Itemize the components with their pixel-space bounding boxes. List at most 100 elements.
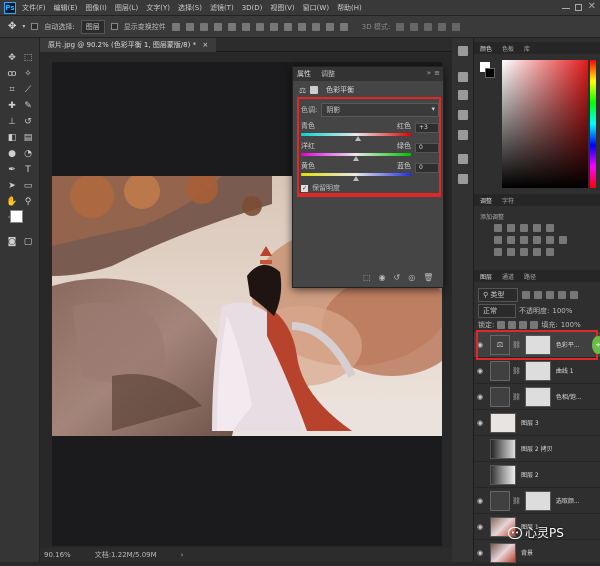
type-tool-icon[interactable]: T	[22, 164, 34, 176]
layer-name[interactable]: 图层 2 拷贝	[521, 444, 553, 453]
black-white-icon[interactable]	[520, 236, 528, 244]
visibility-eye-icon[interactable]: ◉	[474, 523, 486, 531]
blur-tool-icon[interactable]: ●	[6, 148, 18, 160]
lock-image-icon[interactable]	[508, 321, 517, 329]
hue-slider[interactable]	[590, 60, 596, 188]
roll-3d-icon[interactable]	[410, 22, 419, 31]
tone-dropdown[interactable]: 阴影 ▾	[321, 103, 439, 117]
tab-swatches[interactable]: 色板	[502, 44, 514, 53]
filter-smart-icon[interactable]	[570, 291, 578, 299]
auto-align-icon[interactable]	[339, 22, 348, 31]
posterize-icon[interactable]	[507, 248, 515, 256]
filter-adjustment-icon[interactable]	[534, 291, 542, 299]
auto-select-checkbox[interactable]	[31, 23, 39, 30]
layer-name[interactable]: 曲线 1	[556, 366, 574, 375]
healing-brush-tool-icon[interactable]: ✚	[6, 100, 18, 112]
tab-adjustments[interactable]: 调整	[321, 69, 335, 79]
tab-color[interactable]: 颜色	[480, 44, 492, 53]
screen-mode-icon[interactable]: ▢	[22, 236, 34, 248]
cyan-red-value-input[interactable]: +3	[415, 123, 439, 133]
color-lookup-icon[interactable]	[559, 236, 567, 244]
pan-3d-icon[interactable]	[424, 22, 433, 31]
distribute-left-icon[interactable]	[297, 22, 306, 31]
adjustments-panel-icon[interactable]	[458, 90, 468, 100]
minimize-icon[interactable]	[562, 8, 570, 9]
yellow-blue-value-input[interactable]: 0	[415, 163, 439, 173]
tab-libraries[interactable]: 库	[524, 44, 530, 53]
history-brush-tool-icon[interactable]: ↺	[22, 116, 34, 128]
layer-name[interactable]: 选取颜...	[556, 496, 580, 505]
pen-tool-icon[interactable]: ✒	[6, 164, 18, 176]
background-swatch[interactable]	[485, 68, 495, 78]
orbit-3d-icon[interactable]	[396, 22, 405, 31]
layer-name[interactable]: 图层 3	[521, 418, 539, 427]
visibility-eye-icon[interactable]: ◉	[474, 471, 486, 479]
layer-row-layer-2-copy[interactable]: ◉ 图层 2 拷贝	[474, 436, 600, 462]
slide-3d-icon[interactable]	[438, 22, 447, 31]
magic-wand-tool-icon[interactable]: ✧	[22, 68, 34, 80]
visibility-eye-icon[interactable]: ◎	[408, 273, 415, 282]
distribute-middle-icon[interactable]	[269, 22, 278, 31]
layer-mask-thumbnail[interactable]	[524, 386, 551, 407]
tab-properties[interactable]: 属性	[297, 69, 311, 79]
magenta-green-value-input[interactable]: 0	[415, 143, 439, 153]
clip-to-layer-icon[interactable]: ⬚	[363, 273, 371, 282]
close-icon[interactable]: ✕	[588, 1, 596, 12]
layer-name[interactable]: 色相/饱...	[556, 392, 582, 401]
clone-stamp-tool-icon[interactable]: ⊥	[6, 116, 18, 128]
marquee-tool-icon[interactable]: ⬚	[22, 52, 34, 64]
fill-value[interactable]: 100%	[561, 321, 581, 329]
layer-row-layer-2[interactable]: ◉ 图层 2	[474, 462, 600, 488]
lock-position-icon[interactable]	[519, 321, 528, 329]
hand-tool-icon[interactable]: ✋	[6, 196, 18, 208]
blend-mode-dropdown[interactable]: 正常	[478, 304, 516, 318]
gradient-tool-icon[interactable]: ▤	[22, 132, 34, 144]
layer-row-selective-color[interactable]: ◉ ⛓ 选取颜...	[474, 488, 600, 514]
document-tab[interactable]: 原片.jpg @ 90.2% (色彩平衡 1, 图层蒙版/8) * ×	[40, 38, 217, 52]
tool-preset-chevron-icon[interactable]: ▾	[22, 23, 25, 30]
visibility-eye-icon[interactable]: ◉	[474, 393, 486, 401]
menu-window[interactable]: 窗口(W)	[303, 3, 329, 13]
status-arrow-icon[interactable]: ›	[181, 551, 184, 559]
menu-layer[interactable]: 图层(L)	[115, 3, 138, 13]
dodge-tool-icon[interactable]: ◔	[22, 148, 34, 160]
crop-tool-icon[interactable]: ⌗	[6, 84, 18, 96]
filter-type-icon[interactable]	[546, 291, 554, 299]
align-top-icon[interactable]	[171, 22, 180, 31]
menu-image[interactable]: 图像(I)	[85, 3, 107, 13]
menu-3d[interactable]: 3D(D)	[242, 4, 263, 12]
curves-icon[interactable]	[520, 224, 528, 232]
align-right-icon[interactable]	[241, 22, 250, 31]
auto-select-dropdown[interactable]: 图层	[80, 19, 105, 34]
move-tool-icon[interactable]: ✥	[6, 52, 18, 64]
layer-mask-thumbnail[interactable]	[524, 360, 551, 381]
visibility-eye-icon[interactable]: ◉	[474, 497, 486, 505]
lock-transparent-icon[interactable]	[497, 321, 506, 329]
layer-row-layer-3[interactable]: ◉ 图层 3	[474, 410, 600, 436]
photo-filter-icon[interactable]	[533, 236, 541, 244]
panel-menu-icon[interactable]: ≡	[434, 69, 440, 77]
align-bottom-icon[interactable]	[199, 22, 208, 31]
levels-icon[interactable]	[507, 224, 515, 232]
visibility-eye-icon[interactable]: ◉	[474, 549, 486, 557]
actions-panel-icon[interactable]	[458, 154, 468, 164]
lock-all-icon[interactable]	[530, 321, 539, 329]
layer-row-hue-saturation[interactable]: ◉ ⛓ 色相/饱...	[474, 384, 600, 410]
invert-icon[interactable]	[494, 248, 502, 256]
zoom-tool-icon[interactable]: ⚲	[22, 196, 34, 208]
filter-shape-icon[interactable]	[558, 291, 566, 299]
vibrance-icon[interactable]	[546, 224, 554, 232]
gradient-map-icon[interactable]	[533, 248, 541, 256]
tab-adjustments-panel[interactable]: 调整	[480, 196, 492, 205]
maximize-icon[interactable]	[575, 4, 582, 11]
foreground-color-swatch[interactable]	[10, 210, 23, 223]
collapse-panel-icon[interactable]: »	[427, 69, 431, 77]
info-panel-icon[interactable]	[458, 174, 468, 184]
tab-character[interactable]: 字符	[502, 196, 514, 205]
path-selection-tool-icon[interactable]: ➤	[6, 180, 18, 192]
zoom-level[interactable]: 90.16%	[44, 551, 71, 559]
brush-tool-icon[interactable]: ✎	[22, 100, 34, 112]
reset-icon[interactable]: ↺	[394, 273, 401, 282]
align-middle-icon[interactable]	[185, 22, 194, 31]
exposure-icon[interactable]	[533, 224, 541, 232]
